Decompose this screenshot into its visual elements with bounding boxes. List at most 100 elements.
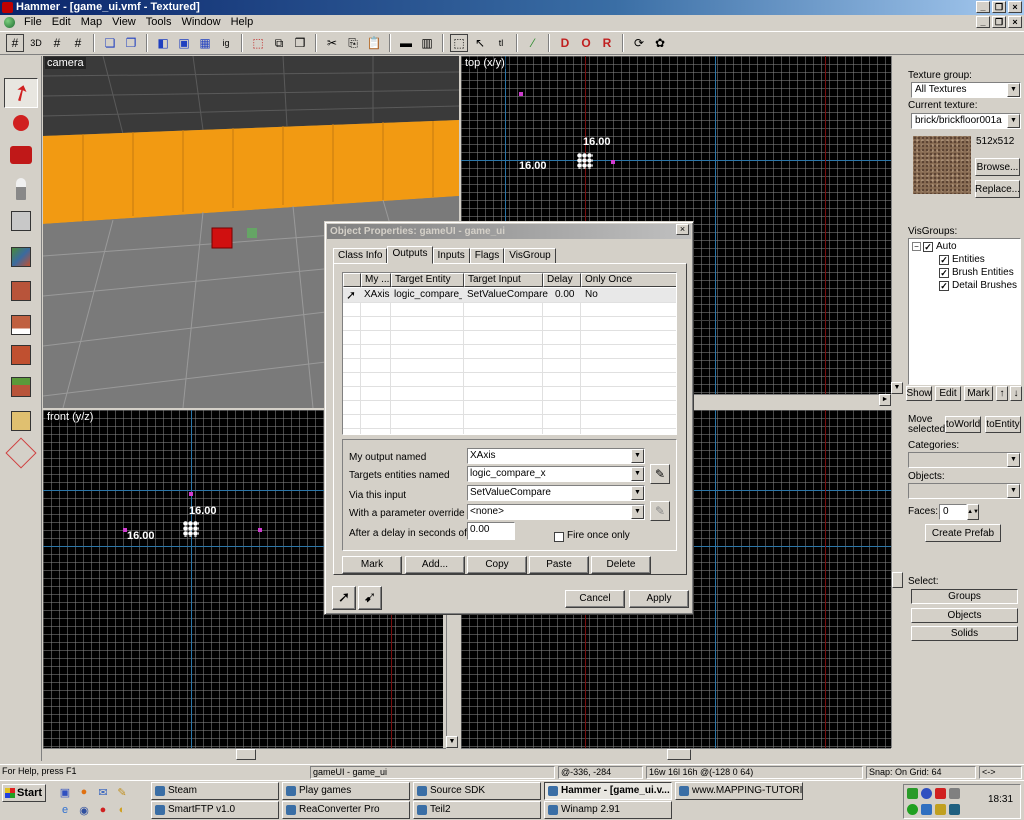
tab-inputs[interactable]: Inputs — [432, 248, 470, 264]
objects-select[interactable]: ▼ — [908, 483, 1021, 499]
to-world-button[interactable]: toWorld — [945, 416, 981, 433]
select-groups-button[interactable]: Groups — [911, 589, 1018, 604]
create-prefab-button[interactable]: Create Prefab — [925, 524, 1001, 542]
front-hscrollbar[interactable] — [43, 748, 446, 760]
close-button[interactable]: × — [1008, 1, 1022, 13]
doc-minimize-button[interactable]: _ — [976, 16, 990, 28]
menu-edit[interactable]: Edit — [47, 15, 76, 30]
tray-sync-icon[interactable] — [949, 804, 960, 815]
mark-button[interactable]: Mark — [342, 556, 402, 574]
faces-spinner[interactable]: ▲▼ — [967, 504, 979, 520]
select-objects-button[interactable]: Objects — [911, 608, 1018, 623]
outputs-mode-icon[interactable]: ➚ — [332, 586, 356, 610]
visgroup-down-button[interactable]: ↓ — [1010, 386, 1022, 401]
faces-input[interactable]: 0 — [939, 504, 967, 520]
start-button[interactable]: Start — [2, 784, 46, 802]
copy-output-button[interactable]: Copy — [467, 556, 527, 574]
inputs-mode-icon[interactable]: ➹ — [358, 586, 382, 610]
menu-tools[interactable]: Tools — [141, 15, 177, 30]
visgroup-edit-button[interactable]: Edit — [935, 386, 961, 401]
visgroup-show-button[interactable]: Show — [906, 386, 932, 401]
task-source-sdk[interactable]: Source SDK — [413, 782, 541, 800]
scroll-down-icon[interactable]: ▼ — [891, 382, 903, 394]
visgroup-mark-button[interactable]: Mark — [964, 386, 993, 401]
tray-network-icon[interactable] — [907, 788, 918, 799]
magnify-tool-icon[interactable] — [4, 108, 38, 138]
menu-file[interactable]: File — [19, 15, 47, 30]
task-winamp[interactable]: Winamp 2.91 — [544, 801, 672, 819]
texture-group-select[interactable]: All Textures ▼ — [911, 82, 1021, 98]
tray-security-icon[interactable] — [935, 788, 946, 799]
visgroup-detail-brushes[interactable]: ✓ Detail Brushes — [939, 280, 1017, 291]
add-output-button[interactable]: Add... — [405, 556, 465, 574]
run-map-icon[interactable]: ⟳ — [630, 34, 648, 52]
col-icon[interactable] — [343, 273, 361, 287]
entity-icon[interactable]: ⁄ — [524, 34, 542, 52]
menu-map[interactable]: Map — [76, 15, 107, 30]
copy-icon[interactable]: ⧉ — [270, 34, 288, 52]
task-play-games[interactable]: Play games — [282, 782, 410, 800]
selection-tool-icon[interactable]: ➚ — [4, 77, 38, 108]
select-solids-button[interactable]: Solids — [911, 626, 1018, 641]
tray-app-icon[interactable] — [935, 804, 946, 815]
carve-icon[interactable]: ◧ — [154, 34, 172, 52]
visgroup-auto[interactable]: − ✓ Auto — [912, 241, 957, 252]
browse-button[interactable]: Browse... — [975, 158, 1020, 176]
group-icon[interactable]: ❏ — [101, 34, 119, 52]
menu-view[interactable]: View — [107, 15, 141, 30]
task-reaconverter[interactable]: ReaConverter Pro — [282, 801, 410, 819]
camera-tool-icon[interactable] — [4, 140, 38, 170]
small-grid-icon[interactable]: # — [48, 34, 66, 52]
overlay-icon[interactable]: O — [577, 34, 595, 52]
visgroup-up-button[interactable]: ↑ — [996, 386, 1008, 401]
winamp-quick-icon[interactable]: ◐ — [114, 802, 130, 818]
dialog-close-button[interactable]: × — [676, 224, 689, 235]
visgroups-tree[interactable]: − ✓ Auto ✓ Entities ✓ Brush Entities ✓ Detail… — [908, 238, 1021, 385]
col-target-input[interactable]: Target Input — [464, 273, 543, 287]
task-steam[interactable]: Steam — [151, 782, 279, 800]
task-teil2[interactable]: Teil2 — [413, 801, 541, 819]
tray-volume-icon[interactable] — [949, 788, 960, 799]
clip-icon[interactable]: R — [598, 34, 616, 52]
menu-help[interactable]: Help — [226, 15, 259, 30]
tab-visgroup[interactable]: VisGroup — [504, 248, 556, 264]
path-tool-icon[interactable] — [4, 437, 38, 469]
record-icon[interactable]: ● — [95, 802, 111, 818]
tab-class-info[interactable]: Class Info — [333, 248, 388, 264]
tray-status-icon[interactable] — [907, 804, 918, 815]
texture-lock-icon[interactable]: ▦ — [196, 34, 214, 52]
scroll-right-icon[interactable]: ► — [879, 394, 891, 406]
via-input-select[interactable]: SetValueCompare ▼ — [467, 485, 645, 501]
show-desktop-icon[interactable]: ▣ — [57, 784, 73, 800]
texture-bar-icon[interactable]: ▬ — [397, 34, 415, 52]
quicklaunch-tool-icon[interactable]: ✎ — [114, 784, 130, 800]
window-title-bar[interactable]: Hammer - [game_ui.vmf - Textured] _ ❐ × — [0, 0, 1024, 15]
to-entity-button[interactable]: toEntity — [985, 416, 1021, 433]
grid-toggle-icon[interactable]: # — [6, 34, 24, 52]
scroll-down-icon[interactable]: ▼ — [446, 736, 458, 748]
doc-close-button[interactable]: × — [1008, 16, 1022, 28]
select-icon[interactable]: ⬚ — [450, 34, 468, 52]
decal-tool-icon[interactable] — [4, 310, 38, 340]
vertex-tool-icon[interactable] — [4, 372, 38, 402]
task-hammer[interactable]: Hammer - [game_ui.v... — [544, 782, 672, 800]
apply-texture-icon[interactable] — [4, 276, 38, 306]
cancel-button[interactable]: Cancel — [565, 590, 625, 608]
table-row[interactable]: ➚ XAxis logic_compare_x SetValueCompare … — [343, 288, 676, 302]
top-vscrollbar[interactable]: ▼ — [891, 56, 903, 394]
scissors-icon[interactable]: ✂ — [323, 34, 341, 52]
minimize-button[interactable]: _ — [976, 1, 990, 13]
apply-button[interactable]: Apply — [629, 590, 689, 608]
fire-once-checkbox[interactable] — [554, 532, 564, 542]
clipboard-paste-icon[interactable]: 📋 — [365, 34, 383, 52]
col-only-once[interactable]: Only Once — [581, 273, 676, 287]
entity-box-top[interactable] — [577, 153, 593, 169]
block-tool-icon[interactable] — [4, 206, 38, 236]
pick-param-eyedropper-icon[interactable]: ✎ — [650, 501, 670, 521]
clip-tool-icon[interactable] — [4, 340, 38, 370]
task-browser[interactable]: www.MAPPING-TUTORIA... — [675, 782, 803, 800]
output-named-select[interactable]: XAxis ▼ — [467, 448, 645, 464]
col-my-output[interactable]: My ... — [361, 273, 391, 287]
3d-grid-icon[interactable]: 3D — [27, 34, 45, 52]
visgroup-entities[interactable]: ✓ Entities — [939, 254, 985, 265]
